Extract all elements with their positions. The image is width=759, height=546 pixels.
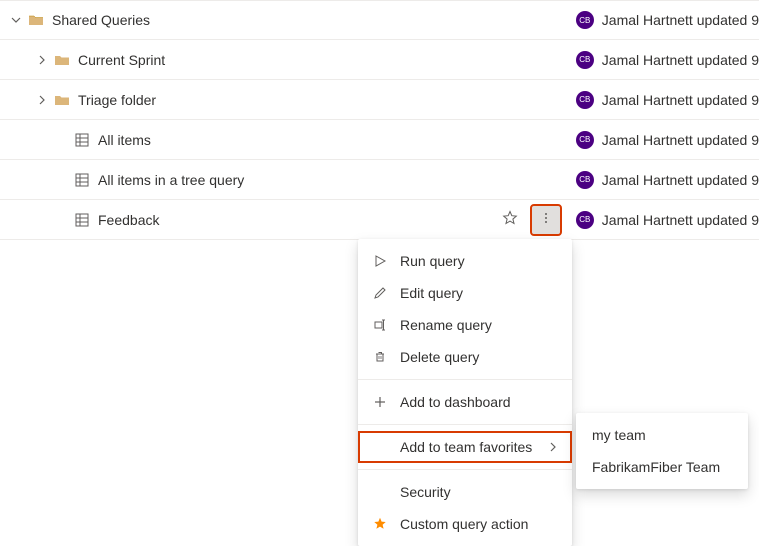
rename-icon	[372, 317, 388, 333]
tree-label: All items	[98, 132, 151, 148]
menu-rename-query[interactable]: Rename query	[358, 309, 572, 341]
pencil-icon	[372, 285, 388, 301]
chevron-down-icon[interactable]	[8, 12, 24, 28]
menu-label: Rename query	[400, 317, 558, 333]
chevron-right-icon	[548, 439, 558, 455]
tree-label: All items in a tree query	[98, 172, 244, 188]
menu-label: Add to team favorites	[400, 439, 536, 455]
tree-label: Current Sprint	[78, 52, 165, 68]
more-actions-button[interactable]	[532, 206, 560, 234]
modified-text: Jamal Hartnett updated 9	[602, 172, 759, 188]
plus-icon	[372, 394, 388, 410]
tree-label: Feedback	[98, 212, 159, 228]
tree-label: Shared Queries	[52, 12, 150, 28]
tree-row-triage-folder[interactable]: Triage folder CB Jamal Hartnett updated …	[0, 80, 759, 120]
menu-run-query[interactable]: Run query	[358, 245, 572, 277]
tree-row-current-sprint[interactable]: Current Sprint CB Jamal Hartnett updated…	[0, 40, 759, 80]
avatar: CB	[576, 51, 594, 69]
menu-label: Delete query	[400, 349, 558, 365]
modified-text: Jamal Hartnett updated 9	[602, 212, 759, 228]
tree-row-feedback[interactable]: Feedback CB Jamal Hartnett updated 9	[0, 200, 759, 240]
submenu-label: my team	[592, 427, 646, 443]
modified-cell: CB Jamal Hartnett updated 9	[568, 51, 759, 69]
submenu-label: FabrikamFiber Team	[592, 459, 720, 475]
query-icon	[74, 212, 90, 228]
menu-label: Security	[400, 484, 558, 500]
submenu-fabrikamfiber-team[interactable]: FabrikamFiber Team	[576, 451, 748, 483]
menu-delete-query[interactable]: Delete query	[358, 341, 572, 373]
modified-cell: CB Jamal Hartnett updated 9	[568, 211, 759, 229]
star-orange-icon	[372, 516, 388, 532]
modified-cell: CB Jamal Hartnett updated 9	[568, 91, 759, 109]
modified-text: Jamal Hartnett updated 9	[602, 132, 759, 148]
menu-add-team-favorites[interactable]: Add to team favorites	[358, 431, 572, 463]
submenu-my-team[interactable]: my team	[576, 419, 748, 451]
query-icon	[74, 132, 90, 148]
modified-text: Jamal Hartnett updated 9	[602, 12, 759, 28]
avatar: CB	[576, 211, 594, 229]
folder-icon	[28, 12, 44, 28]
more-vertical-icon	[539, 211, 553, 228]
folder-icon	[54, 52, 70, 68]
star-icon	[502, 210, 518, 229]
menu-custom-query-action[interactable]: Custom query action	[358, 508, 572, 540]
modified-text: Jamal Hartnett updated 9	[602, 92, 759, 108]
modified-cell: CB Jamal Hartnett updated 9	[568, 131, 759, 149]
avatar: CB	[576, 91, 594, 109]
menu-separator	[358, 424, 572, 425]
tree-row-all-items[interactable]: All items CB Jamal Hartnett updated 9	[0, 120, 759, 160]
menu-label: Edit query	[400, 285, 558, 301]
query-tree: Shared Queries CB Jamal Hartnett updated…	[0, 0, 759, 240]
menu-security[interactable]: Security	[358, 476, 572, 508]
avatar: CB	[576, 171, 594, 189]
tree-row-all-items-tree[interactable]: All items in a tree query CB Jamal Hartn…	[0, 160, 759, 200]
avatar: CB	[576, 11, 594, 29]
chevron-right-icon[interactable]	[34, 92, 50, 108]
avatar: CB	[576, 131, 594, 149]
chevron-right-icon[interactable]	[34, 52, 50, 68]
menu-edit-query[interactable]: Edit query	[358, 277, 572, 309]
play-icon	[372, 253, 388, 269]
tree-label: Triage folder	[78, 92, 156, 108]
context-menu: Run query Edit query Rename query Delete…	[358, 239, 572, 546]
menu-label: Run query	[400, 253, 558, 269]
trash-icon	[372, 349, 388, 365]
menu-separator	[358, 469, 572, 470]
menu-label: Add to dashboard	[400, 394, 558, 410]
folder-icon	[54, 92, 70, 108]
modified-cell: CB Jamal Hartnett updated 9	[568, 11, 759, 29]
tree-row-shared-queries[interactable]: Shared Queries CB Jamal Hartnett updated…	[0, 0, 759, 40]
menu-label: Custom query action	[400, 516, 558, 532]
favorite-button[interactable]	[496, 206, 524, 234]
team-favorites-submenu: my team FabrikamFiber Team	[576, 413, 748, 489]
modified-text: Jamal Hartnett updated 9	[602, 52, 759, 68]
menu-add-dashboard[interactable]: Add to dashboard	[358, 386, 572, 418]
menu-separator	[358, 379, 572, 380]
query-icon	[74, 172, 90, 188]
modified-cell: CB Jamal Hartnett updated 9	[568, 171, 759, 189]
